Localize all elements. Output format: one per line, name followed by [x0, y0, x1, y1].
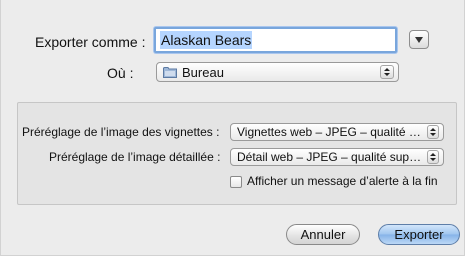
location-selected: Bureau	[182, 64, 224, 80]
popup-arrows-icon	[427, 125, 439, 139]
folder-icon	[163, 66, 177, 78]
filename-input[interactable]: Alaskan Bears	[154, 27, 397, 53]
filename-text: Alaskan Bears	[160, 31, 253, 49]
expand-dialog-button[interactable]	[409, 30, 429, 49]
thumbnail-preset-label: Préréglage de l’image des vignettes :	[22, 125, 220, 139]
detail-preset-popup[interactable]: Détail web – JPEG – qualité supé…	[230, 148, 444, 166]
location-label: Où :	[107, 65, 134, 81]
location-popup[interactable]: Bureau	[156, 62, 399, 82]
cancel-button[interactable]: Annuler	[286, 224, 360, 245]
thumbnail-preset-popup[interactable]: Vignettes web – JPEG – qualité s…	[230, 123, 444, 141]
export-dialog: Exporter comme : Alaskan Bears Où : Bure…	[0, 0, 465, 256]
thumbnail-preset-value: Vignettes web – JPEG – qualité s…	[237, 125, 425, 139]
popup-arrows-icon	[380, 65, 394, 79]
popup-arrows-icon	[427, 150, 439, 164]
export-as-label: Exporter comme :	[35, 34, 146, 50]
export-button[interactable]: Exporter	[378, 224, 460, 245]
detail-preset-label: Préréglage de l’image détaillée :	[49, 150, 221, 164]
alert-checkbox-label[interactable]: Afficher un message d’alerte à la fin	[247, 174, 438, 188]
detail-preset-value: Détail web – JPEG – qualité supé…	[237, 150, 425, 164]
alert-checkbox[interactable]	[230, 176, 242, 188]
triangle-down-icon	[415, 36, 423, 43]
